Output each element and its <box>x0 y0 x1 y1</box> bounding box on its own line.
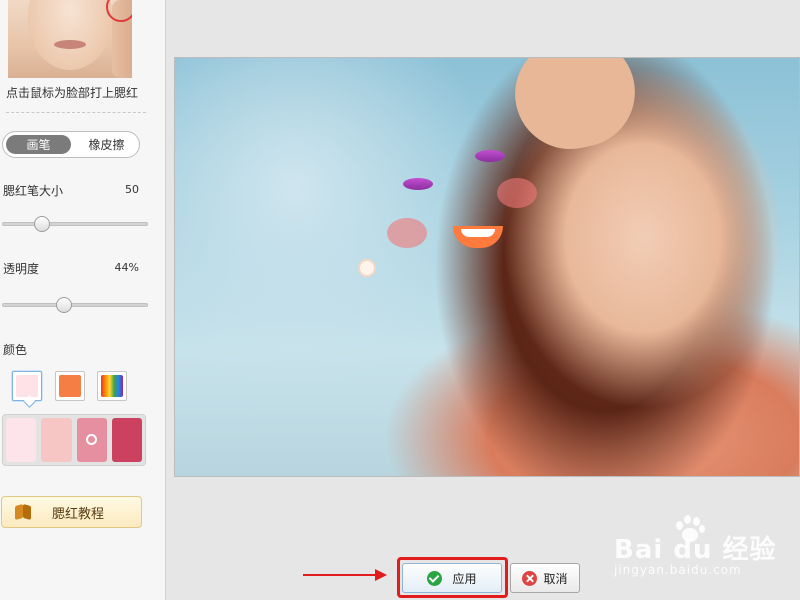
selected-ring-icon <box>85 434 97 445</box>
rainbow-palette-icon <box>101 375 123 397</box>
blush-preset-2[interactable] <box>41 418 72 462</box>
close-icon <box>522 570 538 586</box>
opacity-value: 44% <box>114 261 139 274</box>
light-pink-swatch-fill <box>16 375 38 397</box>
divider <box>6 112 146 113</box>
blush-preset-row <box>2 414 146 466</box>
photo-earring <box>360 261 374 275</box>
opacity-label: 透明度 <box>3 262 40 276</box>
photo-canvas[interactable] <box>174 57 800 477</box>
blush-preset-3[interactable] <box>76 418 107 462</box>
thumbnail-lips <box>54 40 86 49</box>
blush-example-thumbnail <box>8 0 132 78</box>
book-icon <box>14 503 32 521</box>
color-label: 颜色 <box>3 343 28 357</box>
baidu-jingyan-watermark: Bai du 经验 jingyan.baidu.com <box>612 513 792 583</box>
photo-right-eye <box>475 150 505 162</box>
blush-tutorial-label: 腮红教程 <box>52 506 105 522</box>
orange-swatch-fill <box>59 375 81 397</box>
apply-button[interactable]: 应用 <box>402 563 502 593</box>
opacity-slider-handle[interactable] <box>56 297 73 313</box>
color-picker-rainbow[interactable] <box>97 371 127 401</box>
brush-size-slider-handle[interactable] <box>34 216 51 232</box>
blush-tool-panel: 点击鼠标为脸部打上腮红 画笔 橡皮擦 腮红笔大小 50 透明度 44% 颜色 腮… <box>0 0 166 600</box>
watermark-url: jingyan.baidu.com <box>614 563 742 577</box>
blush-preset-1[interactable] <box>6 418 37 462</box>
brush-size-value: 50 <box>125 183 139 196</box>
photo-left-eye <box>403 178 433 190</box>
brush-eraser-toggle: 画笔 橡皮擦 <box>2 131 140 158</box>
check-icon <box>427 570 443 586</box>
color-swatch-orange[interactable] <box>55 371 85 401</box>
thumbnail-face <box>28 0 112 70</box>
tab-brush[interactable]: 画笔 <box>6 135 71 154</box>
photo-right-cheek-blush <box>497 178 537 208</box>
watermark-brand: Bai du 经验 <box>614 535 777 565</box>
tab-eraser[interactable]: 橡皮擦 <box>74 132 139 157</box>
photo-arm <box>504 58 646 160</box>
apply-button-label: 应用 <box>452 571 477 586</box>
blush-preset-4[interactable] <box>111 418 142 462</box>
blush-tutorial-button[interactable]: 腮红教程 <box>1 496 142 528</box>
cancel-button[interactable]: 取消 <box>510 563 580 593</box>
photo-lips <box>453 226 503 248</box>
opacity-slider[interactable] <box>2 297 148 313</box>
cancel-button-label: 取消 <box>543 571 568 586</box>
instruction-text: 点击鼠标为脸部打上腮红 <box>6 86 139 100</box>
brush-size-slider[interactable] <box>2 216 148 232</box>
photo-left-cheek-blush <box>387 218 427 248</box>
brush-size-label: 腮红笔大小 <box>3 184 64 198</box>
color-swatch-light-pink[interactable] <box>12 371 42 401</box>
red-annotation-arrow <box>303 569 387 581</box>
